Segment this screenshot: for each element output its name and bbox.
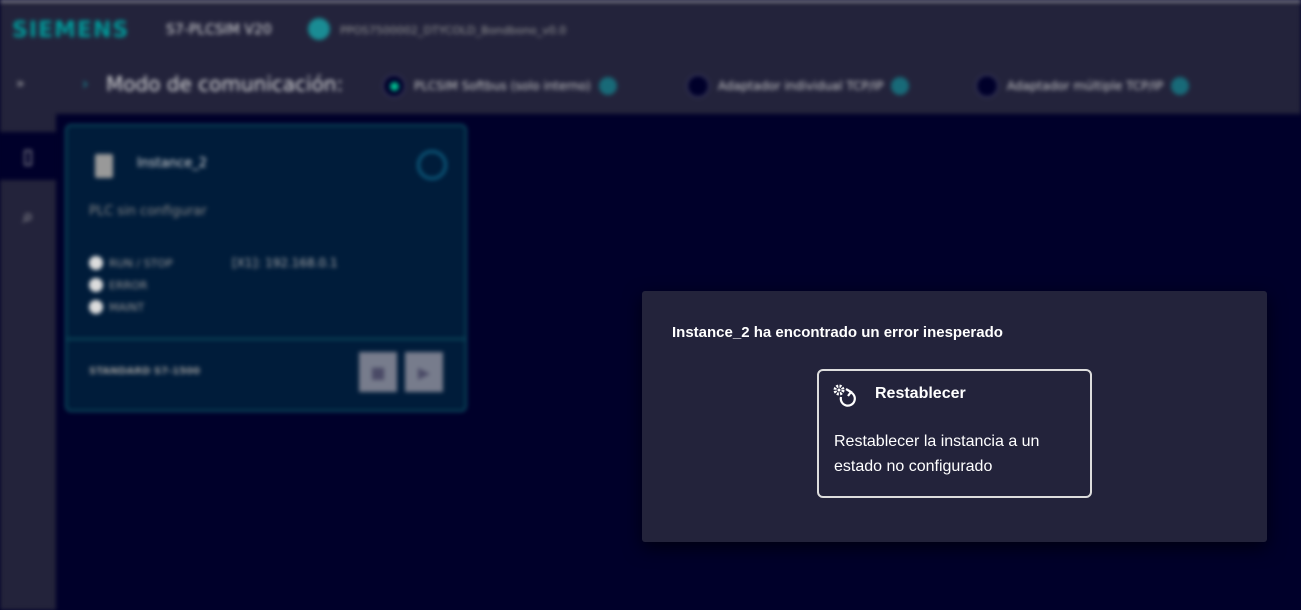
dialog-title: Instance_2 ha encontrado un error inespe… <box>672 324 1003 341</box>
radio-selected[interactable] <box>382 74 406 98</box>
mode-option-multiple[interactable]: Adaptador múltiple TCP/IP <box>975 74 1190 98</box>
led-error: ERROR <box>89 278 148 292</box>
instance-name: Instance_2 <box>137 156 208 171</box>
info-icon[interactable] <box>598 77 617 95</box>
reset-label: Restablecer <box>875 385 966 402</box>
mode-option-individual[interactable]: Adaptador individual TCP/IP <box>686 74 910 98</box>
search-nav-icon[interactable]: ⌕ <box>0 192 56 240</box>
plc-icon <box>95 154 113 178</box>
instance-card[interactable]: Instance_2 PLC sin configurar RUN / STOP… <box>65 124 467 412</box>
mode-option-softbus[interactable]: PLCSIM Softbus (solo interno) <box>382 74 617 98</box>
mode-label: Modo de comunicación: <box>106 72 344 96</box>
power-icon[interactable] <box>417 150 447 180</box>
option-label: Adaptador múltiple TCP/IP <box>1007 79 1164 93</box>
info-icon[interactable] <box>1171 77 1190 95</box>
expand-icon[interactable]: » <box>16 76 25 92</box>
led-maint: MAINT <box>89 300 144 314</box>
gear-reset-icon <box>833 384 856 407</box>
stop-button[interactable]: ■ <box>359 352 397 392</box>
info-icon[interactable] <box>891 77 910 95</box>
run-button[interactable]: ▶ <box>405 352 443 392</box>
reset-button[interactable]: Restablecer Restablecer la instancia a u… <box>817 369 1092 498</box>
communication-mode-bar: » › Modo de comunicación: PLCSIM Softbus… <box>0 60 1301 114</box>
option-label: Adaptador individual TCP/IP <box>718 79 884 93</box>
radio[interactable] <box>686 74 710 98</box>
app-title: S7-PLCSIM V20 <box>166 22 272 38</box>
sidebar: ▯ ⌕ <box>0 114 56 610</box>
led-run-stop: RUN / STOP <box>89 256 173 270</box>
siemens-logo: SIEMENS <box>12 18 130 43</box>
option-label: PLCSIM Softbus (solo interno) <box>414 79 591 93</box>
error-dialog: Instance_2 ha encontrado un error inespe… <box>642 291 1267 542</box>
divider <box>67 338 465 340</box>
instance-status: PLC sin configurar <box>89 204 207 219</box>
radio[interactable] <box>975 74 999 98</box>
ip-address: [X1]: 192.168.0.1 <box>232 256 338 270</box>
caret-right-icon[interactable]: › <box>82 74 88 93</box>
instances-nav-icon[interactable]: ▯ <box>0 132 56 180</box>
reset-description: Restablecer la instancia a un estado no … <box>834 433 1040 475</box>
top-bar: SIEMENS S7-PLCSIM V20 PPOS7500002_DTYCOL… <box>0 0 1301 60</box>
cpu-type: STANDARD S7-1500 <box>89 366 201 377</box>
project-name: PPOS7500002_DTYCOLD_Bondbono_v0.0 <box>340 24 567 37</box>
search-icon[interactable] <box>308 18 330 40</box>
